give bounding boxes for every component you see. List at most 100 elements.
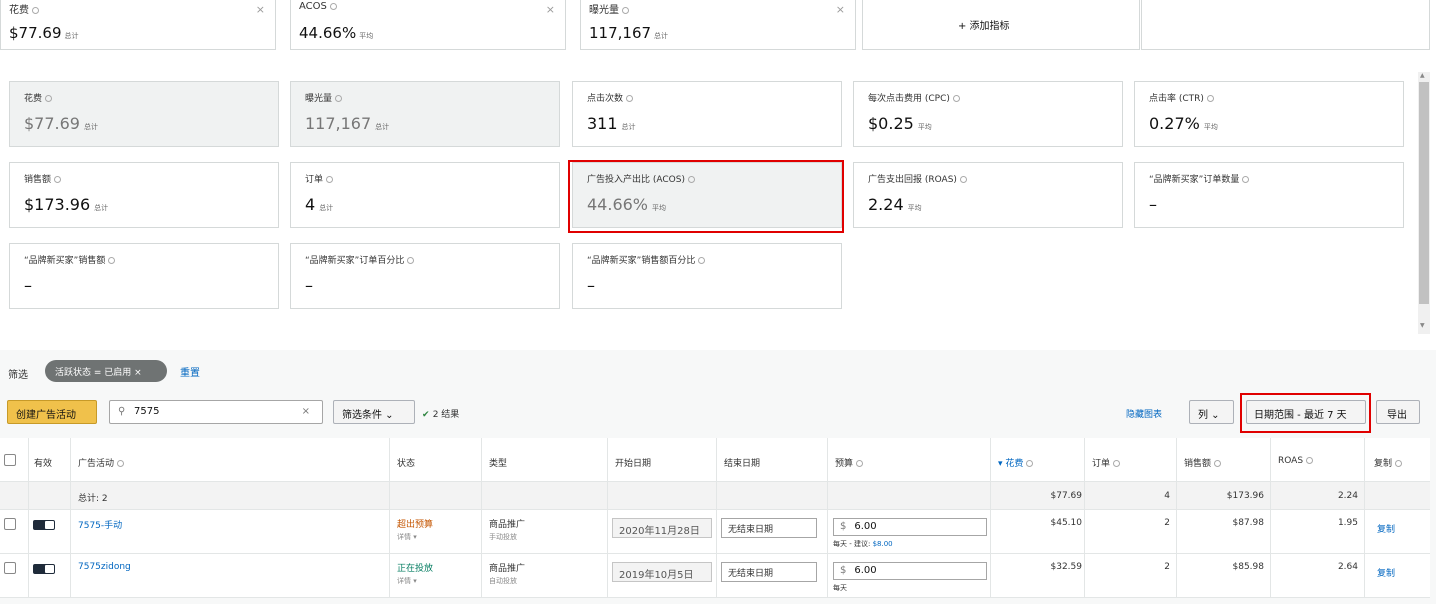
hide-chart-link[interactable]: 隐藏图表 bbox=[1126, 407, 1162, 420]
results-count: ✔ 2 结果 bbox=[422, 410, 460, 420]
metric-card-spend[interactable]: 花费 $77.69 总计 bbox=[9, 81, 279, 147]
col-orders[interactable]: 订单 bbox=[1092, 456, 1121, 469]
col-end-date[interactable]: 结束日期 bbox=[724, 456, 760, 469]
budget-note: 每天 - 建议: $8.00 bbox=[833, 540, 893, 548]
col-roas[interactable]: ROAS bbox=[1278, 456, 1314, 466]
selected-metric-acos[interactable]: ACOS 44.66% 平均 × bbox=[290, 0, 566, 50]
close-icon[interactable]: × bbox=[256, 3, 265, 16]
table-header: 有效 广告活动 状态 类型 开始日期 结束日期 预算 ▾ 花费 订单 销售额 R… bbox=[0, 438, 1430, 482]
metric-card-orders[interactable]: 订单 4 总计 bbox=[290, 162, 560, 228]
metric-card-ctr[interactable]: 点击率 (CTR) 0.27% 平均 bbox=[1134, 81, 1404, 147]
metric-card-ntb-sales-pct[interactable]: “品牌新买家”销售额百分比 – bbox=[572, 243, 842, 309]
create-campaign-button[interactable]: 创建广告活动 bbox=[7, 400, 97, 424]
metric-card-ntb-orders[interactable]: “品牌新买家”订单数量 – bbox=[1134, 162, 1404, 228]
copy-link[interactable]: 复制 bbox=[1377, 566, 1395, 579]
active-toggle[interactable] bbox=[33, 520, 55, 530]
metric-value: 117,167 总计 bbox=[589, 24, 669, 42]
columns-button[interactable]: 列 ⌄ bbox=[1189, 400, 1234, 424]
start-date-field[interactable]: 2019年10月5日 bbox=[612, 562, 712, 582]
metric-label: ACOS bbox=[299, 1, 337, 12]
col-campaign[interactable]: 广告活动 bbox=[78, 456, 125, 469]
metric-card-clicks[interactable]: 点击次数 311 总计 bbox=[572, 81, 842, 147]
info-icon bbox=[1395, 460, 1403, 467]
info-icon bbox=[45, 95, 53, 102]
sales-value: $87.98 bbox=[1232, 518, 1265, 528]
export-button[interactable]: 导出 bbox=[1376, 400, 1420, 424]
selected-metric-impressions[interactable]: 曝光量 117,167 总计 × bbox=[580, 0, 856, 50]
info-icon bbox=[626, 95, 634, 102]
reset-link[interactable]: 重置 bbox=[180, 364, 200, 379]
row-checkbox[interactable] bbox=[4, 518, 16, 530]
metric-card-impressions[interactable]: 曝光量 117,167 总计 bbox=[290, 81, 560, 147]
filter-label: 筛选 bbox=[8, 370, 28, 381]
status-details-link[interactable]: 详情 ▾ bbox=[397, 532, 417, 542]
check-icon: ✔ bbox=[422, 410, 433, 420]
col-spend[interactable]: ▾ 花费 bbox=[998, 456, 1034, 469]
targeting-type: 自动投放 bbox=[489, 577, 517, 585]
selected-metric-spend[interactable]: 花费 $77.69 总计 × bbox=[0, 0, 276, 50]
select-all-checkbox[interactable] bbox=[4, 454, 16, 466]
info-icon bbox=[856, 460, 864, 467]
type-text: 商品推广 bbox=[489, 520, 526, 530]
date-range-highlight-box bbox=[1240, 393, 1371, 433]
spend-value: $32.59 bbox=[1050, 562, 1083, 572]
campaign-name-link[interactable]: 7575zidong bbox=[78, 562, 131, 572]
col-budget[interactable]: 预算 bbox=[835, 456, 864, 469]
metric-value: 44.66% 平均 bbox=[299, 24, 374, 42]
spend-value: $45.10 bbox=[1050, 518, 1083, 528]
metric-card-ntb-sales[interactable]: “品牌新买家”销售额 – bbox=[9, 243, 279, 309]
col-active: 有效 bbox=[34, 459, 53, 469]
end-date-field[interactable]: 无结束日期 bbox=[721, 562, 817, 582]
scroll-thumb[interactable] bbox=[1419, 82, 1429, 304]
info-icon bbox=[54, 176, 62, 183]
col-start-date[interactable]: 开始日期 bbox=[615, 456, 651, 469]
budget-input[interactable]: $6.00 bbox=[833, 518, 987, 536]
scrollbar[interactable]: ▲ ▼ bbox=[1418, 72, 1430, 334]
scroll-up-icon[interactable]: ▲ bbox=[1420, 72, 1425, 79]
end-date-field[interactable]: 无结束日期 bbox=[721, 518, 817, 538]
row-checkbox[interactable] bbox=[4, 562, 16, 574]
filter-chip-active-status[interactable]: 活跃状态 = 已启用 × bbox=[45, 360, 167, 382]
add-metric-button[interactable]: + 添加指标 bbox=[958, 17, 1010, 32]
info-icon bbox=[622, 6, 629, 14]
close-icon[interactable]: × bbox=[836, 3, 845, 16]
search-icon: ⚲ bbox=[118, 406, 126, 417]
col-type[interactable]: 类型 bbox=[489, 456, 507, 469]
col-status[interactable]: 状态 bbox=[397, 456, 415, 469]
info-icon bbox=[32, 6, 39, 14]
metric-label: 曝光量 bbox=[589, 1, 629, 16]
metric-card-sales[interactable]: 销售额 $173.96 总计 bbox=[9, 162, 279, 228]
copy-link[interactable]: 复制 bbox=[1377, 522, 1395, 535]
info-icon bbox=[407, 257, 415, 264]
acos-highlight-box bbox=[568, 160, 844, 233]
metric-card-roas[interactable]: 广告支出回报 (ROAS) 2.24 平均 bbox=[853, 162, 1123, 228]
suggested-budget-link[interactable]: $8.00 bbox=[873, 540, 893, 548]
search-value: 7575 bbox=[134, 406, 160, 417]
budget-input[interactable]: $6.00 bbox=[833, 562, 987, 580]
sales-value: $85.98 bbox=[1232, 562, 1265, 572]
info-icon bbox=[335, 95, 343, 102]
active-toggle[interactable] bbox=[33, 564, 55, 574]
targeting-type: 手动投放 bbox=[489, 533, 517, 541]
info-icon bbox=[1206, 95, 1214, 102]
info-icon bbox=[1306, 457, 1314, 464]
scroll-down-icon[interactable]: ▼ bbox=[1420, 322, 1425, 329]
status-text: 超出预算 bbox=[397, 520, 434, 530]
col-copy: 复制 bbox=[1374, 456, 1403, 469]
metric-card-cpc[interactable]: 每次点击费用 (CPC) $0.25 平均 bbox=[853, 81, 1123, 147]
close-icon[interactable]: × bbox=[546, 3, 555, 16]
start-date-field[interactable]: 2020年11月28日 bbox=[612, 518, 712, 538]
info-icon bbox=[117, 460, 125, 467]
metric-card-ntb-order-pct[interactable]: “品牌新买家”订单百分比 – bbox=[290, 243, 560, 309]
info-icon bbox=[329, 2, 337, 10]
total-row: 总计: 2 $77.69 4 $173.96 2.24 bbox=[0, 482, 1430, 510]
info-icon bbox=[1242, 176, 1250, 183]
campaign-name-link[interactable]: 7575-手动 bbox=[78, 518, 122, 531]
total-orders: 4 bbox=[1164, 491, 1170, 501]
search-input[interactable]: ⚲ 7575 × bbox=[109, 400, 323, 424]
filter-conditions-button[interactable]: 筛选条件 ⌄ bbox=[333, 400, 415, 424]
total-spend: $77.69 bbox=[1050, 491, 1083, 501]
clear-icon[interactable]: × bbox=[302, 406, 310, 417]
status-details-link[interactable]: 详情 ▾ bbox=[397, 576, 417, 586]
col-sales[interactable]: 销售额 bbox=[1184, 456, 1222, 469]
